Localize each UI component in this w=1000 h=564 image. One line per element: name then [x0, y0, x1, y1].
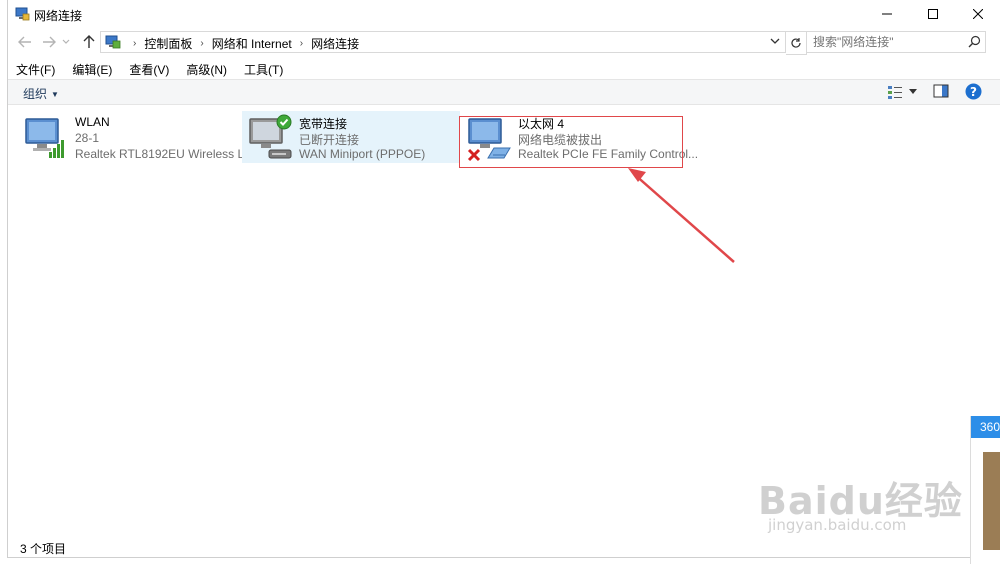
address-bar[interactable]: › 控制面板 › 网络和 Internet › 网络连接: [100, 31, 786, 53]
breadcrumb-separator-icon: ›: [133, 38, 137, 49]
connection-device: WAN Miniport (PPPOE): [299, 147, 426, 161]
help-icon[interactable]: ?: [965, 83, 982, 100]
chevron-down-icon: ▼: [51, 90, 59, 99]
back-arrow-icon: [18, 36, 31, 48]
popup-image: [983, 452, 1000, 550]
search-input[interactable]: [813, 35, 963, 49]
popup-header: 360: [971, 416, 1000, 438]
close-icon: [973, 9, 983, 19]
menu-advanced[interactable]: 高级(N): [186, 61, 227, 78]
minimize-icon: [882, 13, 892, 15]
breadcrumb-separator-icon: ›: [299, 38, 304, 49]
breadcrumb: › 控制面板 › 网络和 Internet › 网络连接: [125, 35, 359, 52]
view-options-icon: [888, 86, 902, 99]
breadcrumb-control-panel[interactable]: 控制面板: [144, 35, 192, 52]
recent-locations-button[interactable]: [60, 32, 72, 52]
popup-label: 360: [980, 420, 1000, 434]
back-button[interactable]: [15, 32, 35, 52]
connection-name: WLAN: [75, 115, 110, 129]
title-bar[interactable]: 网络连接: [8, 0, 1000, 28]
chevron-down-icon: [909, 89, 917, 94]
breadcrumb-network-internet[interactable]: 网络和 Internet: [212, 35, 292, 52]
menu-tools[interactable]: 工具(T): [244, 61, 283, 78]
control-panel-icon: [105, 35, 121, 49]
organize-label: 组织: [23, 87, 48, 101]
popup-360[interactable]: 360: [970, 416, 1000, 564]
preview-pane-icon[interactable]: [933, 84, 949, 98]
connection-item-broadband[interactable]: 宽带连接 已断开连接 WAN Miniport (PPPOE): [242, 111, 460, 163]
breadcrumb-separator-icon: ›: [200, 38, 204, 49]
wifi-adapter-icon: [25, 118, 64, 158]
maximize-icon: [928, 9, 938, 19]
watermark-url: jingyan.baidu.com: [768, 516, 907, 534]
connection-item-wlan[interactable]: WLAN 28-1 Realtek RTL8192EU Wireless L..…: [18, 111, 254, 163]
breadcrumb-network-connections[interactable]: 网络连接: [311, 35, 359, 52]
status-bar-item-count: 3 个项目: [20, 542, 67, 556]
up-arrow-icon: [83, 35, 95, 48]
change-view-button[interactable]: [887, 83, 919, 101]
command-bar: 组织 ▼ ?: [8, 79, 1000, 105]
address-dropdown-icon[interactable]: [769, 34, 781, 48]
refresh-button[interactable]: [786, 31, 807, 55]
annotation-arrow-icon: [628, 168, 735, 263]
connection-status: 28-1: [75, 131, 100, 145]
forward-arrow-icon: [43, 36, 56, 48]
connection-status: 已断开连接: [299, 133, 360, 147]
minimize-button[interactable]: [864, 0, 910, 28]
menu-bar: 文件(F) 编辑(E) 查看(V) 高级(N) 工具(T): [16, 61, 300, 78]
close-button[interactable]: [955, 0, 1000, 28]
network-connections-app-icon: [15, 7, 30, 21]
menu-edit[interactable]: 编辑(E): [72, 61, 112, 78]
window-title: 网络连接: [34, 9, 83, 23]
broadband-connection-icon: [249, 114, 292, 159]
baidu-watermark: Baidu经验 jingyan.baidu.com: [758, 470, 963, 534]
connection-device: Realtek RTL8192EU Wireless L...: [75, 147, 255, 161]
up-button[interactable]: [79, 32, 99, 52]
menu-view[interactable]: 查看(V): [129, 61, 169, 78]
refresh-icon: [791, 38, 801, 48]
svg-text:?: ?: [970, 85, 977, 99]
connection-name: 宽带连接: [299, 117, 348, 131]
organize-button[interactable]: 组织 ▼: [23, 85, 59, 102]
chevron-down-icon: [62, 39, 70, 44]
forward-button[interactable]: [39, 32, 59, 52]
search-icon[interactable]: [968, 35, 981, 48]
navigation-row: › 控制面板 › 网络和 Internet › 网络连接: [8, 30, 1000, 55]
maximize-button[interactable]: [910, 0, 956, 28]
menu-file[interactable]: 文件(F): [16, 61, 55, 78]
search-box[interactable]: [806, 31, 986, 53]
